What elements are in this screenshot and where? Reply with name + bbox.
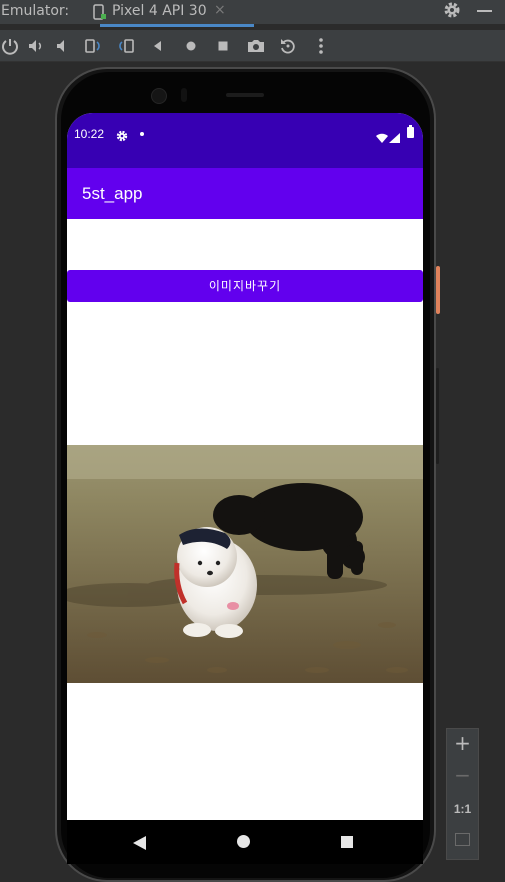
nav-recents-icon[interactable] — [341, 836, 353, 848]
emulator-toolbar — [0, 30, 505, 62]
app-title: 5st_app — [82, 184, 143, 203]
wifi-icon — [376, 128, 388, 147]
status-time: 10:22 — [74, 127, 105, 141]
volume-side-button[interactable] — [436, 368, 439, 464]
overview-icon[interactable] — [213, 36, 233, 56]
home-icon[interactable] — [181, 36, 201, 56]
face-sensor — [181, 88, 187, 102]
app-bar: 5st_app — [67, 168, 423, 219]
battery-icon — [407, 125, 414, 138]
zoom-controls: + − 1:1 — [446, 728, 479, 860]
rotate-right-icon[interactable] — [116, 36, 136, 56]
device-tab[interactable]: Pixel 4 API 30 × — [88, 0, 266, 27]
change-image-button[interactable]: 이미지바꾸기 — [67, 270, 423, 302]
earpiece-speaker — [226, 93, 264, 97]
cell-signal-icon — [389, 128, 400, 147]
android-status-bar: 10:22 — [67, 113, 423, 168]
emulator-label: Emulator: — [1, 3, 70, 19]
device-icon — [93, 4, 107, 24]
device-tab-label: Pixel 4 API 30 — [112, 3, 207, 19]
dog-photo — [67, 445, 423, 683]
device-screen: 10:22 5st_app 이미지바꾸기 — [67, 113, 423, 820]
zoom-actual-size-button[interactable]: 1:1 — [447, 802, 478, 816]
volume-up-icon[interactable] — [26, 36, 46, 56]
settings-notification-icon — [116, 127, 128, 146]
android-nav-bar — [67, 820, 423, 864]
power-side-button[interactable] — [436, 266, 440, 314]
zoom-fit-icon[interactable] — [455, 833, 470, 846]
power-icon[interactable] — [0, 36, 20, 56]
front-camera — [151, 88, 167, 104]
settings-gear-icon[interactable] — [443, 1, 461, 23]
minimize-icon[interactable] — [477, 10, 492, 12]
rotate-left-icon[interactable] — [83, 36, 103, 56]
more-options-icon[interactable] — [311, 36, 331, 56]
back-icon[interactable] — [148, 36, 168, 56]
zoom-in-button[interactable]: + — [447, 731, 478, 755]
close-tab-icon[interactable]: × — [214, 2, 226, 18]
replay-icon[interactable] — [278, 36, 298, 56]
emulator-title-bar: Emulator: Pixel 4 API 30 × — [0, 0, 505, 27]
active-tab-indicator — [100, 24, 254, 27]
volume-down-icon[interactable] — [53, 36, 73, 56]
nav-back-icon[interactable] — [133, 835, 146, 854]
notification-dot-icon — [140, 132, 144, 136]
camera-icon[interactable] — [246, 36, 266, 56]
zoom-out-button[interactable]: − — [447, 763, 478, 787]
nav-home-icon[interactable] — [237, 835, 250, 848]
